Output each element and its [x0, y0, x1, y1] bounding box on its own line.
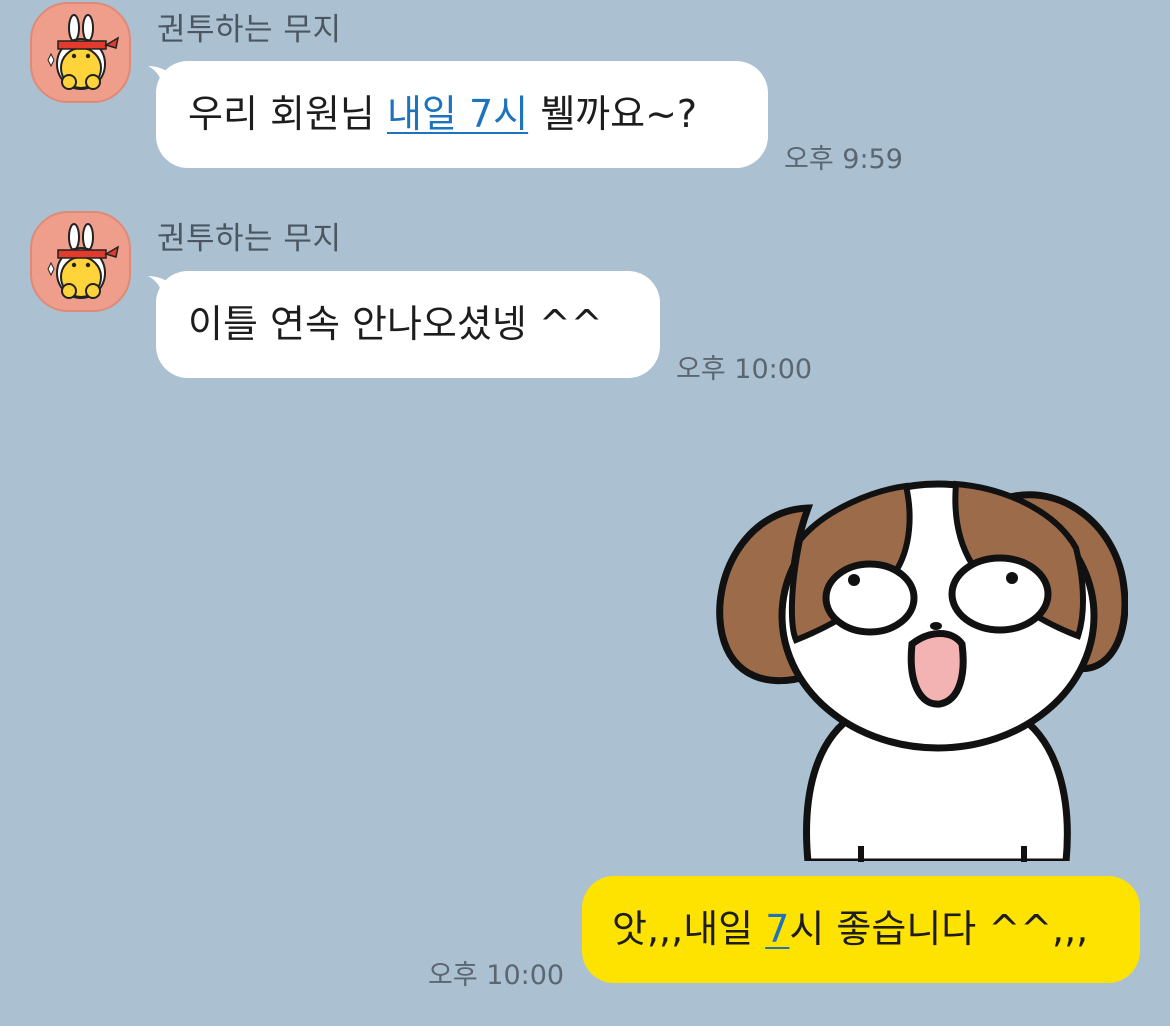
- reply-text: 시 좋습니다 ^^,,,: [789, 907, 1089, 951]
- message-bubble[interactable]: 우리 회원님 내일 7시 뷀까요~?: [156, 61, 768, 168]
- sender-name: 권투하는 무지: [157, 12, 342, 48]
- avatar[interactable]: [30, 211, 131, 312]
- reply-text: 앗,,,내일: [612, 907, 766, 951]
- message-text: 이틀 연속 안나오셨넹 ^^: [188, 302, 603, 346]
- avatar[interactable]: [30, 2, 131, 103]
- message-text: 뷀까요~?: [528, 92, 698, 136]
- muzi-boxer-avatar-icon: [47, 14, 120, 90]
- timestamp: 오후 10:00: [428, 960, 565, 991]
- shih-tzu-puppy-surprised-sticker[interactable]: [716, 478, 1128, 862]
- timestamp: 오후 9:59: [784, 144, 903, 175]
- time-link[interactable]: 7: [765, 907, 789, 951]
- muzi-boxer-avatar-icon: [47, 223, 120, 299]
- timestamp: 오후 10:00: [676, 354, 813, 385]
- reply-bubble[interactable]: 앗,,,내일 7시 좋습니다 ^^,,,: [582, 876, 1140, 983]
- date-link[interactable]: 내일 7시: [387, 92, 528, 136]
- sender-name: 권투하는 무지: [157, 221, 342, 257]
- message-bubble[interactable]: 이틀 연속 안나오셨넹 ^^: [156, 271, 660, 378]
- message-text: 우리 회원님: [188, 92, 387, 136]
